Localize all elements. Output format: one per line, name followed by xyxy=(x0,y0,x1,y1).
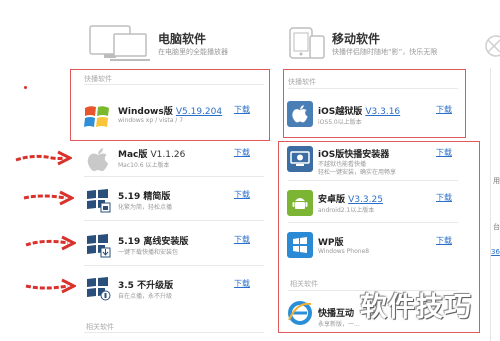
desktop-software-title: 电脑软件 xyxy=(158,32,207,46)
ios-jailbreak-label: iOS越狱版 xyxy=(318,107,363,117)
lite-download-link[interactable]: 下载 xyxy=(234,189,250,200)
no-upgrade-version-sub: 自在点播，永不升级 xyxy=(118,293,173,300)
ios-installer-sub-2: 轻松一键安装，确实在用畅享 xyxy=(318,169,397,176)
edge-char-2: 台 xyxy=(493,223,500,231)
annotation-arrow-icon xyxy=(14,148,74,172)
apple-logo-icon xyxy=(85,147,111,173)
wp-download-link[interactable]: 下载 xyxy=(436,235,452,246)
mobile-device-icon xyxy=(288,22,328,66)
lite-version-sub: 化繁为简，轻松点播 xyxy=(118,204,173,211)
ios-jailbreak-version[interactable]: V3.3.16 xyxy=(365,107,400,117)
left-row-divider xyxy=(84,265,264,266)
android-download-link[interactable]: 下载 xyxy=(436,192,452,203)
ios-installer-download-link[interactable]: 下载 xyxy=(436,147,452,158)
android-version-label: 安卓版 xyxy=(318,195,346,205)
ios-jailbreak-download-link[interactable]: 下载 xyxy=(436,104,452,115)
annotation-arrow-icon xyxy=(22,188,76,212)
desktop-device-icon xyxy=(88,22,150,66)
edge-scrollbar[interactable] xyxy=(490,68,491,341)
windows-lite-icon xyxy=(85,187,111,213)
mac-version-label: Mac版 xyxy=(118,150,148,160)
edge-char-3: 36 xyxy=(491,248,500,256)
right-row-divider xyxy=(288,180,458,181)
ios-installer-icon xyxy=(287,146,313,172)
offline-download-link[interactable]: 下载 xyxy=(234,234,250,245)
windows-version-sub: windows xp / vista / 7 xyxy=(118,117,184,124)
edge-char-1: 用 xyxy=(493,177,500,185)
left-row-divider xyxy=(84,220,264,221)
right-related-section-label: 相关软件 xyxy=(290,280,318,288)
red-dot-mark xyxy=(24,86,27,89)
left-related-section-label: 相关软件 xyxy=(86,323,114,331)
mobile-software-subtitle: 快播伴侣随时随地“影”，快乐无限 xyxy=(332,48,438,56)
android-version-name[interactable]: 安卓版 V3.3.25 xyxy=(318,192,383,205)
ios-jailbreak-name[interactable]: iOS越狱版 V3.3.16 xyxy=(318,104,400,117)
desktop-software-subtitle: 在电脑里的全能播放器 xyxy=(158,48,228,56)
android-version-sub: android2.1以上版本 xyxy=(318,207,375,214)
qvod-interactive-name[interactable]: 快播互动 xyxy=(318,306,354,319)
right-row-divider xyxy=(288,222,458,223)
windows-version-name[interactable]: Windows版 V5.19.204 xyxy=(118,104,222,117)
left-row-divider xyxy=(84,176,264,177)
mac-version-sub: Mac10.6 以上版本 xyxy=(118,162,170,169)
no-upgrade-version-name[interactable]: 3.5 不升级版 xyxy=(118,278,173,291)
windows-version-number[interactable]: V5.19.204 xyxy=(176,107,222,117)
offline-version-sub: 一键下载快播和安装包 xyxy=(118,249,179,256)
windows-offline-icon xyxy=(85,232,111,258)
mac-version-name[interactable]: Mac版 V1.1.26 xyxy=(118,147,185,160)
ios-app-icon xyxy=(287,101,313,127)
windows-phone-app-icon xyxy=(287,232,313,258)
annotation-arrow-icon xyxy=(24,276,78,300)
edge-partial-icon xyxy=(482,26,500,70)
mac-download-link[interactable]: 下载 xyxy=(234,147,250,158)
left-related-divider xyxy=(84,332,264,333)
windows-version-label: Windows版 xyxy=(118,107,173,117)
annotation-arrow-icon xyxy=(24,233,78,257)
right-featured-divider xyxy=(288,88,458,89)
wp-version-sub: Windows Phone8 xyxy=(318,248,370,255)
watermark-text: 软件技巧 xyxy=(360,292,472,323)
windows-download-link[interactable]: 下载 xyxy=(234,104,250,115)
mobile-software-title: 移动软件 xyxy=(332,32,381,46)
ie-browser-icon xyxy=(287,300,313,326)
windows-logo-icon xyxy=(82,102,112,132)
android-app-icon xyxy=(287,190,313,216)
lite-version-name[interactable]: 5.19 精简版 xyxy=(118,189,170,202)
right-featured-section-label: 快播软件 xyxy=(288,78,316,86)
qvod-interactive-sub: 永享新版，一... xyxy=(318,321,360,328)
mac-version-number: V1.1.26 xyxy=(150,150,186,160)
no-upgrade-download-link[interactable]: 下载 xyxy=(234,278,250,289)
android-version-number[interactable]: V3.3.25 xyxy=(348,195,383,205)
wp-version-name[interactable]: WP版 xyxy=(318,235,344,248)
offline-version-name[interactable]: 5.19 离线安装版 xyxy=(118,234,188,247)
ios-jailbreak-sub: iOS5.0以上版本 xyxy=(318,119,362,126)
windows-no-upgrade-icon xyxy=(85,275,111,301)
